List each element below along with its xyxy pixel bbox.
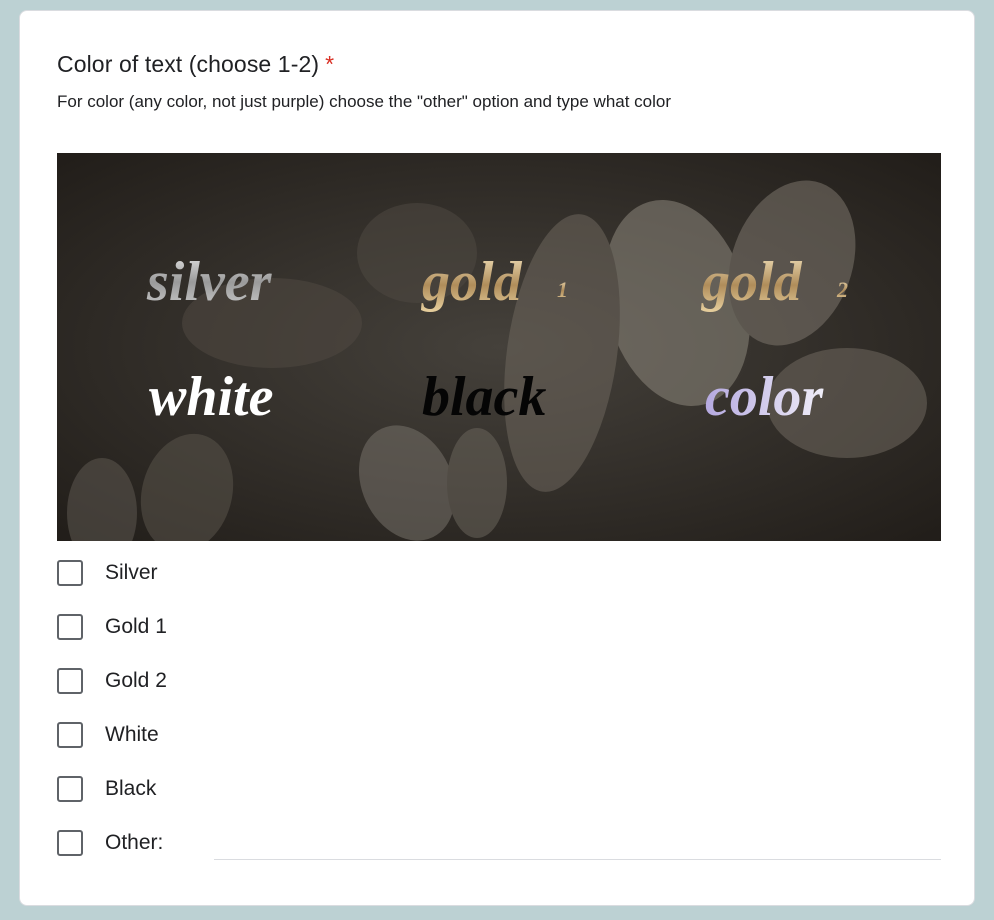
sample-gold-2-subscript: 2	[836, 277, 848, 302]
option-gold-2[interactable]: Gold 2	[57, 667, 941, 721]
sample-gold-1-subscript: 1	[557, 277, 568, 302]
checkbox-white[interactable]	[57, 722, 83, 748]
checkbox-options: Silver Gold 1 Gold 2 White Black Other:	[57, 559, 941, 883]
option-label-white: White	[105, 723, 159, 746]
option-gold-1[interactable]: Gold 1	[57, 613, 941, 667]
required-asterisk: *	[325, 51, 335, 77]
sample-gold-2: gold	[700, 251, 803, 313]
option-label-black: Black	[105, 777, 157, 800]
option-label-gold-2: Gold 2	[105, 669, 167, 692]
text-color-samples-image: silver gold 1 gold 2 white black color	[57, 153, 941, 541]
question-title: Color of text (choose 1-2) *	[57, 51, 334, 78]
sample-white: white	[149, 366, 273, 428]
question-description: For color (any color, not just purple) c…	[57, 92, 672, 111]
option-label-gold-1: Gold 1	[105, 615, 167, 638]
sample-color: color	[705, 366, 824, 428]
sample-silver: silver	[146, 251, 273, 313]
option-silver[interactable]: Silver	[57, 559, 941, 613]
other-text-input[interactable]	[214, 829, 941, 860]
checkbox-gold-1[interactable]	[57, 614, 83, 640]
option-white[interactable]: White	[57, 721, 941, 775]
checkbox-gold-2[interactable]	[57, 668, 83, 694]
sample-black: black	[422, 366, 546, 428]
option-black[interactable]: Black	[57, 775, 941, 829]
question-card: Color of text (choose 1-2) * For color (a…	[19, 10, 975, 906]
option-other[interactable]: Other:	[57, 829, 941, 883]
option-label-other: Other:	[105, 831, 164, 854]
checkbox-silver[interactable]	[57, 560, 83, 586]
option-label-silver: Silver	[105, 561, 158, 584]
checkbox-other[interactable]	[57, 830, 83, 856]
sample-gold-1: gold	[420, 251, 523, 313]
checkbox-black[interactable]	[57, 776, 83, 802]
question-title-text: Color of text (choose 1-2)	[57, 51, 320, 77]
